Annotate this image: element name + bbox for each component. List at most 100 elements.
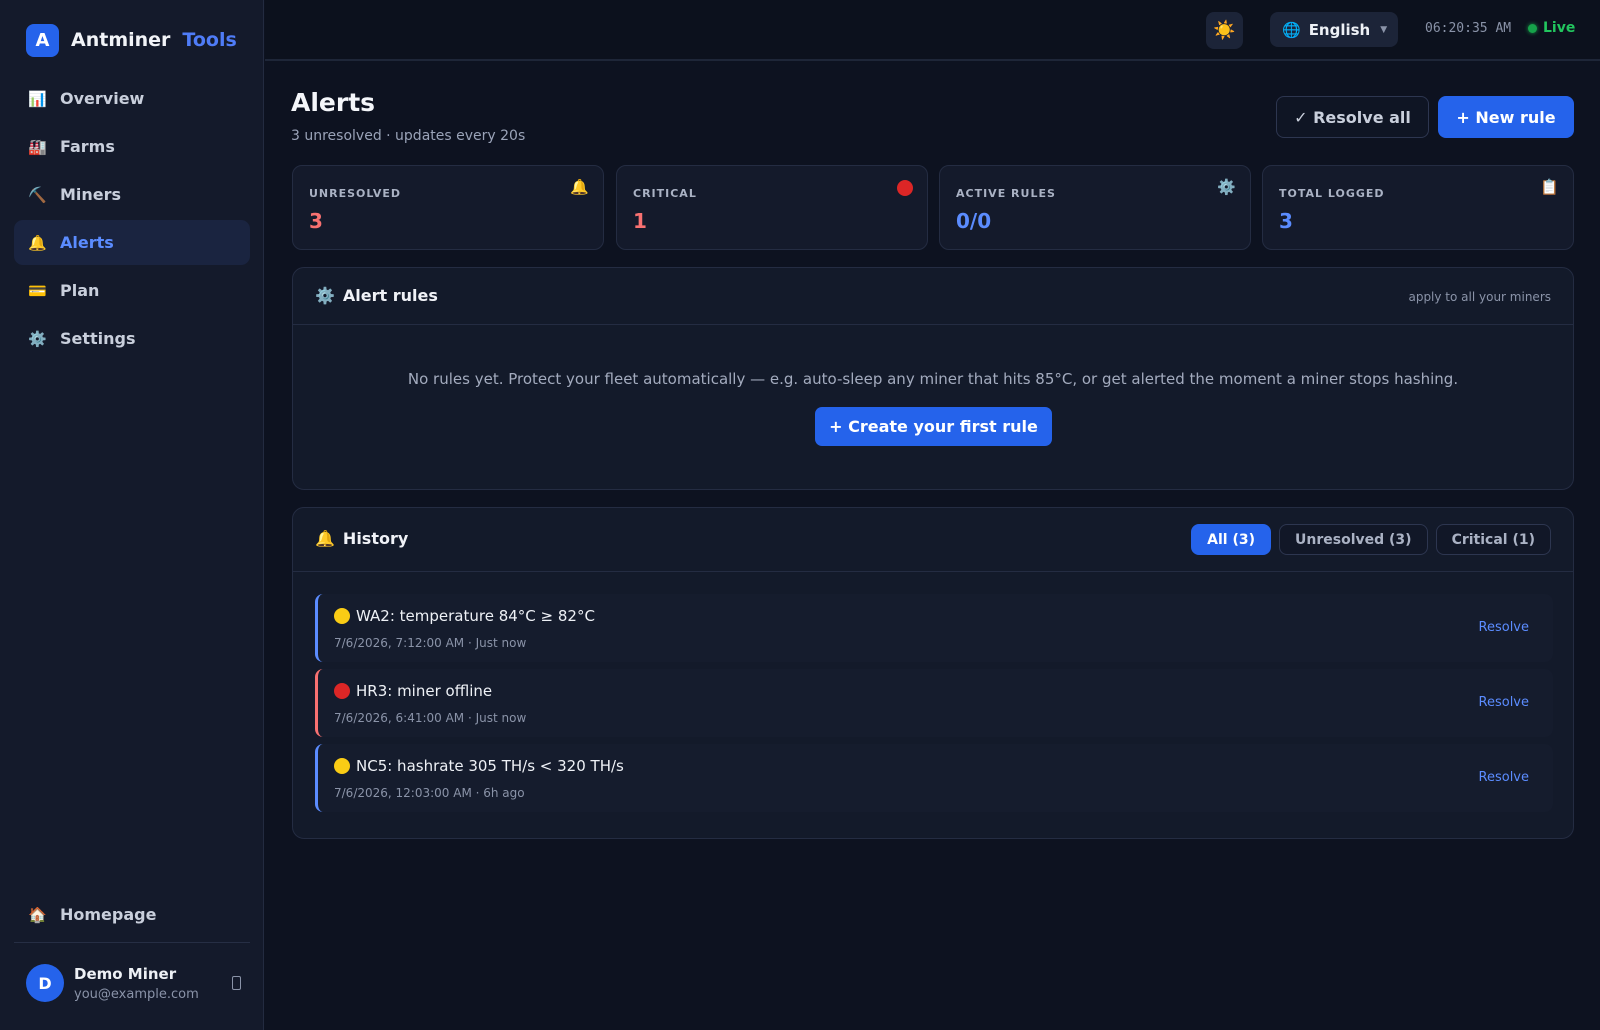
- sidebar-item-alerts[interactable]: 🔔 Alerts: [14, 220, 250, 265]
- avatar: D: [26, 964, 64, 1002]
- alert-title: WA2: temperature 84°C ≥ 82°C: [334, 607, 595, 625]
- list-item: NC5: hashrate 305 TH/s < 320 TH/s 7/6/20…: [315, 744, 1553, 812]
- alert-meta: 7/6/2026, 7:12:00 AM · Just now: [334, 636, 527, 650]
- panel-title-text: Alert rules: [342, 286, 438, 305]
- panel-header: 🔔 History All (3) Unresolved (3) Critica…: [293, 508, 1573, 572]
- brand[interactable]: A Antminer Tools: [26, 23, 237, 57]
- sidebar: A Antminer Tools 📊 Overview 🏭 Farms ⛏️ M…: [0, 0, 264, 1030]
- panel-header: ⚙️ Alert rules apply to all your miners: [293, 268, 1573, 325]
- chevron-down-icon: ▼: [1380, 24, 1388, 35]
- resolve-button[interactable]: Resolve: [1479, 770, 1529, 785]
- panel-note: apply to all your miners: [1408, 290, 1551, 304]
- globe-icon: 🌐: [1282, 20, 1301, 39]
- brand-accent: Tools: [182, 29, 237, 51]
- stat-value: 1: [633, 209, 647, 233]
- history-filters: All (3) Unresolved (3) Critical (1): [1191, 524, 1551, 555]
- create-first-rule-button[interactable]: + Create your first rule: [815, 407, 1052, 446]
- stat-card-total-logged: TOTAL LOGGED 3 📋: [1262, 165, 1574, 250]
- stat-card-unresolved: UNRESOLVED 3 🔔: [292, 165, 604, 250]
- gear-icon: ⚙️: [315, 286, 335, 305]
- new-rule-button[interactable]: + New rule: [1438, 96, 1574, 138]
- page-subtitle: 3 unresolved · updates every 20s: [291, 128, 526, 144]
- resolve-button[interactable]: Resolve: [1479, 695, 1529, 710]
- clock: 06:20:35 AM: [1425, 21, 1512, 36]
- language-label: English: [1308, 20, 1371, 39]
- sidebar-nav: 📊 Overview 🏭 Farms ⛏️ Miners 🔔 Alerts 💳 …: [14, 76, 250, 364]
- gear-icon: ⚙️: [28, 329, 47, 348]
- bell-icon: 🔔: [570, 178, 589, 196]
- topbar: ☀️ 🌐 English ▼ 06:20:35 AM Live: [265, 0, 1600, 61]
- alert-title-text: NC5: hashrate 305 TH/s < 320 TH/s: [356, 757, 624, 775]
- sidebar-item-label: Overview: [60, 89, 145, 108]
- empty-state-text: No rules yet. Protect your fleet automat…: [407, 370, 1459, 388]
- sidebar-item-farms[interactable]: 🏭 Farms: [14, 124, 250, 169]
- filter-unresolved[interactable]: Unresolved (3): [1279, 524, 1428, 555]
- house-icon: 🏠: [28, 905, 47, 924]
- sidebar-item-plan[interactable]: 💳 Plan: [14, 268, 250, 313]
- stat-card-critical: CRITICAL 1: [616, 165, 928, 250]
- stat-label: TOTAL LOGGED: [1279, 187, 1385, 200]
- card-icon: 💳: [28, 281, 47, 300]
- sidebar-item-label: Homepage: [60, 905, 157, 924]
- stat-value: 3: [309, 209, 323, 233]
- filter-all[interactable]: All (3): [1191, 524, 1272, 555]
- alert-meta: 7/6/2026, 6:41:00 AM · Just now: [334, 711, 527, 725]
- alert-rules-panel: ⚙️ Alert rules apply to all your miners …: [292, 267, 1574, 490]
- bell-icon: 🔔: [315, 529, 335, 548]
- sidebar-bottom: 🏠 Homepage: [14, 892, 250, 940]
- logout-icon: [231, 976, 241, 990]
- alert-title: HR3: miner offline: [334, 682, 492, 700]
- history-panel: 🔔 History All (3) Unresolved (3) Critica…: [292, 507, 1574, 839]
- sidebar-item-homepage[interactable]: 🏠 Homepage: [14, 892, 250, 937]
- stat-value: 0/0: [956, 209, 992, 233]
- sidebar-item-settings[interactable]: ⚙️ Settings: [14, 316, 250, 361]
- live-dot-icon: [1528, 23, 1537, 33]
- sidebar-divider: [14, 942, 250, 943]
- filter-critical[interactable]: Critical (1): [1435, 524, 1551, 555]
- sidebar-item-label: Farms: [60, 137, 115, 156]
- theme-toggle-button[interactable]: ☀️: [1206, 12, 1243, 49]
- stat-card-active-rules: ACTIVE RULES 0/0 ⚙️: [939, 165, 1251, 250]
- page-title: Alerts: [291, 88, 376, 117]
- stat-label: CRITICAL: [633, 187, 697, 200]
- list-item: HR3: miner offline 7/6/2026, 6:41:00 AM …: [315, 669, 1553, 737]
- list-item: WA2: temperature 84°C ≥ 82°C 7/6/2026, 7…: [315, 594, 1553, 662]
- sidebar-item-miners[interactable]: ⛏️ Miners: [14, 172, 250, 217]
- sidebar-item-label: Alerts: [60, 233, 114, 252]
- resolve-all-button[interactable]: ✓ Resolve all: [1276, 96, 1429, 138]
- panel-title: ⚙️ Alert rules: [315, 286, 438, 305]
- logout-button[interactable]: [226, 972, 246, 994]
- yellow-circle-icon: [334, 608, 350, 624]
- history-list: WA2: temperature 84°C ≥ 82°C 7/6/2026, 7…: [315, 594, 1553, 819]
- sidebar-item-overview[interactable]: 📊 Overview: [14, 76, 250, 121]
- stat-label: UNRESOLVED: [309, 187, 402, 200]
- bell-icon: 🔔: [28, 233, 47, 252]
- stat-label: ACTIVE RULES: [956, 187, 1056, 200]
- gear-icon: ⚙️: [1217, 178, 1236, 196]
- brand-name: Antminer: [71, 29, 171, 51]
- panel-title-text: History: [342, 529, 409, 548]
- sun-icon: ☀️: [1213, 20, 1236, 41]
- alert-meta: 7/6/2026, 12:03:00 AM · 6h ago: [334, 786, 525, 800]
- user-info: Demo Miner you@example.com: [74, 965, 226, 1002]
- clipboard-icon: 📋: [1540, 178, 1559, 196]
- factory-icon: 🏭: [28, 137, 47, 156]
- yellow-circle-icon: [334, 758, 350, 774]
- pickaxe-icon: ⛏️: [28, 185, 47, 204]
- sidebar-item-label: Plan: [60, 281, 100, 300]
- live-status: Live: [1528, 20, 1575, 36]
- red-circle-icon: [897, 180, 913, 200]
- alert-title-text: HR3: miner offline: [356, 682, 493, 700]
- language-select[interactable]: 🌐 English ▼: [1270, 12, 1398, 47]
- resolve-button[interactable]: Resolve: [1479, 620, 1529, 635]
- alert-title: NC5: hashrate 305 TH/s < 320 TH/s: [334, 757, 624, 775]
- red-circle-icon: [334, 683, 350, 699]
- user-name: Demo Miner: [74, 964, 177, 983]
- panel-title: 🔔 History: [315, 529, 408, 548]
- stat-value: 3: [1279, 209, 1293, 233]
- chart-icon: 📊: [28, 89, 47, 108]
- user-profile[interactable]: D Demo Miner you@example.com: [26, 962, 246, 1004]
- user-email: you@example.com: [74, 986, 199, 1002]
- sidebar-item-label: Miners: [60, 185, 122, 204]
- sidebar-item-label: Settings: [60, 329, 136, 348]
